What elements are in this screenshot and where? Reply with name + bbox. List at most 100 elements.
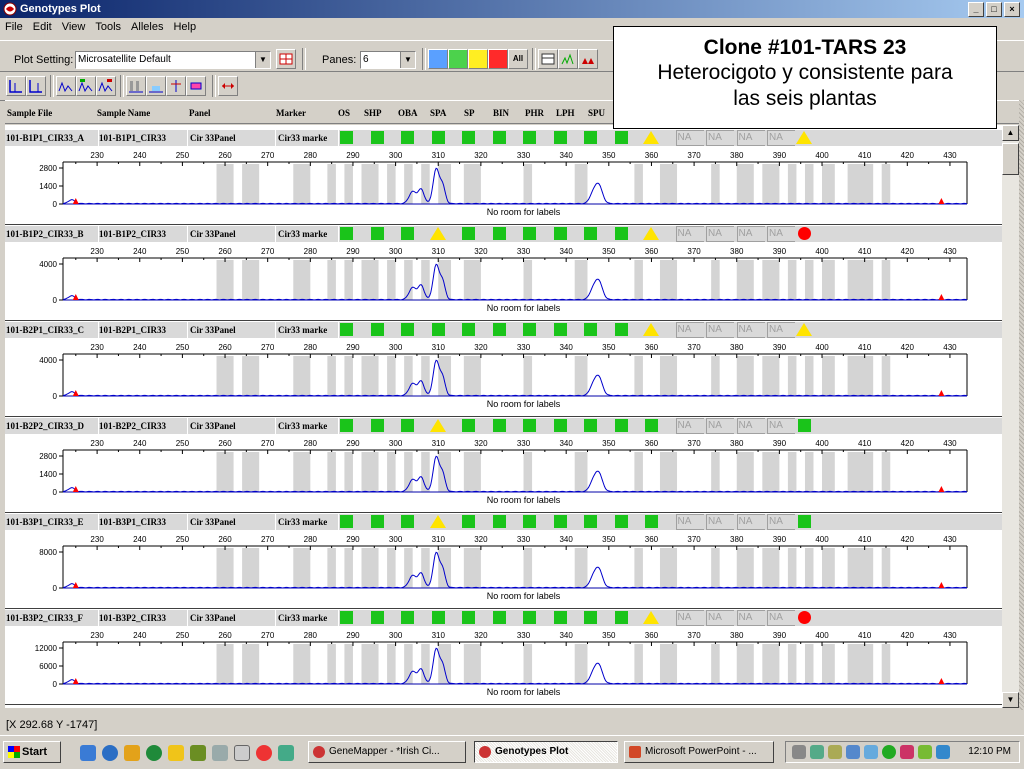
tray-connection-icon[interactable]	[936, 745, 950, 759]
task-genotypes-plot[interactable]: Genotypes Plot	[474, 741, 618, 763]
quality-na-icon[interactable]: NA	[736, 322, 765, 338]
zoom-full-button[interactable]	[6, 76, 26, 96]
dye-all-button[interactable]: All	[508, 49, 528, 69]
quality-na-icon[interactable]: NA	[706, 226, 734, 242]
quality-green-icon[interactable]	[523, 515, 536, 528]
electropherogram-plot[interactable]: 230 240 250 260 270 280 290 300 310 320 330 340 350 3…	[5, 242, 1002, 322]
dye-red-button[interactable]	[488, 49, 508, 69]
quality-green-icon[interactable]	[370, 611, 384, 624]
panes-select[interactable]: 6 ▼	[360, 51, 416, 69]
quicklaunch-ie-icon[interactable]	[102, 745, 118, 761]
quality-na-icon[interactable]: NA	[675, 610, 704, 626]
quality-green-icon[interactable]	[614, 227, 628, 240]
quicklaunch-record-icon[interactable]	[256, 745, 272, 761]
quality-na-icon[interactable]: NA	[706, 514, 734, 530]
sample-header-row[interactable]: 101-B3P2_CIR33_F 101-B3P2_CIR33 Cir 33Pane…	[5, 610, 1002, 626]
col-bin[interactable]: BIN	[493, 108, 509, 118]
quality-green-icon[interactable]	[462, 227, 475, 240]
quality-green-icon[interactable]	[797, 515, 811, 528]
quality-yellow-icon[interactable]	[429, 515, 446, 528]
quality-green-icon[interactable]	[370, 515, 384, 528]
quality-green-icon[interactable]	[462, 611, 475, 624]
col-panel[interactable]: Panel	[189, 108, 211, 118]
quality-green-icon[interactable]	[645, 515, 658, 528]
quality-green-icon[interactable]	[553, 515, 567, 528]
quality-green-icon[interactable]	[340, 611, 353, 624]
menu-help[interactable]: Help	[168, 18, 201, 36]
quality-green-icon[interactable]	[523, 419, 536, 432]
quality-green-icon[interactable]	[340, 227, 353, 240]
genotypes-plot-area[interactable]: 101-B1P1_CIR33_A 101-B1P1_CIR33 Cir 33Pane…	[5, 125, 1002, 708]
col-sp[interactable]: SP	[464, 108, 475, 118]
quality-na-icon[interactable]: NA	[675, 226, 704, 242]
sample-header-row[interactable]: 101-B2P1_CIR33_C 101-B2P1_CIR33 Cir 33Pane…	[5, 322, 1002, 338]
quality-na-icon[interactable]: NA	[706, 130, 734, 146]
volume-icon[interactable]	[792, 745, 806, 759]
quality-green-icon[interactable]	[584, 323, 597, 336]
quality-green-icon[interactable]	[584, 131, 597, 144]
quality-na-icon[interactable]: NA	[675, 130, 704, 146]
quality-na-icon[interactable]: NA	[675, 418, 704, 434]
tray-monitor-icon[interactable]	[846, 745, 860, 759]
col-marker[interactable]: Marker	[276, 108, 306, 118]
quality-green-icon[interactable]	[462, 131, 475, 144]
close-button[interactable]: ×	[1004, 2, 1020, 17]
tray-antivirus-icon[interactable]	[900, 745, 914, 759]
quality-na-icon[interactable]: NA	[736, 226, 765, 242]
quality-yellow-icon[interactable]	[643, 323, 659, 336]
quality-green-icon[interactable]	[340, 323, 353, 336]
network-icon[interactable]	[810, 745, 824, 759]
quality-green-icon[interactable]	[523, 227, 536, 240]
quality-na-icon[interactable]: NA	[706, 610, 734, 626]
quality-na-icon[interactable]: NA	[706, 418, 734, 434]
col-shp[interactable]: SHP	[364, 108, 382, 118]
dye-green-button[interactable]	[448, 49, 468, 69]
quality-na-icon[interactable]: NA	[736, 418, 765, 434]
plot-setting-editor-button[interactable]	[276, 49, 296, 69]
quality-green-icon[interactable]	[401, 515, 414, 528]
quality-green-icon[interactable]	[401, 419, 414, 432]
quality-green-icon[interactable]	[553, 419, 567, 432]
quality-green-icon[interactable]	[553, 611, 567, 624]
col-oba[interactable]: OBA	[398, 108, 418, 118]
vertical-scrollbar[interactable]: ▲ ▼	[1002, 125, 1019, 708]
quality-green-icon[interactable]	[431, 131, 445, 144]
quality-yellow-icon[interactable]	[795, 131, 812, 144]
quality-green-icon[interactable]	[370, 131, 384, 144]
quality-green-icon[interactable]	[553, 323, 567, 336]
quality-green-icon[interactable]	[401, 227, 414, 240]
allele-view-button[interactable]	[578, 49, 598, 69]
quality-green-icon[interactable]	[370, 323, 384, 336]
quality-yellow-icon[interactable]	[643, 131, 659, 144]
quality-na-icon[interactable]: NA	[675, 514, 704, 530]
task-genemapper[interactable]: GeneMapper - *Irish Ci...	[308, 741, 466, 763]
quality-green-icon[interactable]	[401, 131, 414, 144]
sample-header-row[interactable]: 101-B2P2_CIR33_D 101-B2P2_CIR33 Cir 33Pane…	[5, 418, 1002, 434]
dye-yellow-button[interactable]	[468, 49, 488, 69]
quality-na-icon[interactable]: NA	[736, 130, 765, 146]
quicklaunch-media-icon[interactable]	[146, 745, 162, 761]
quality-green-icon[interactable]	[584, 611, 597, 624]
col-sample-file[interactable]: Sample File	[7, 108, 52, 118]
menu-tools[interactable]: Tools	[90, 18, 126, 36]
quality-green-icon[interactable]	[614, 611, 628, 624]
quicklaunch-notes-icon[interactable]	[168, 745, 184, 761]
quality-green-icon[interactable]	[553, 227, 567, 240]
quality-green-icon[interactable]	[492, 515, 506, 528]
electropherogram-plot[interactable]: 230 240 250 260 270 280 290 300 310 320 330 340 350 3…	[5, 626, 1002, 706]
quality-green-icon[interactable]	[584, 419, 597, 432]
quality-green-icon[interactable]	[431, 323, 445, 336]
quality-green-icon[interactable]	[492, 131, 506, 144]
quality-na-icon[interactable]: NA	[767, 418, 795, 434]
sample-header-row[interactable]: 101-B1P1_CIR33_A 101-B1P1_CIR33 Cir 33Pane…	[5, 130, 1002, 146]
scroll-thumb[interactable]	[1002, 143, 1019, 175]
quality-green-icon[interactable]	[797, 419, 811, 432]
add-allele-button[interactable]	[166, 76, 186, 96]
col-phr[interactable]: PHR	[525, 108, 544, 118]
peak-view-button[interactable]	[558, 49, 578, 69]
sample-header-row[interactable]: 101-B3P1_CIR33_E 101-B3P1_CIR33 Cir 33Pane…	[5, 514, 1002, 530]
quality-yellow-icon[interactable]	[429, 227, 446, 240]
start-button[interactable]: Start	[3, 741, 61, 763]
scroll-down-icon[interactable]: ▼	[1002, 692, 1019, 708]
quality-green-icon[interactable]	[523, 323, 536, 336]
